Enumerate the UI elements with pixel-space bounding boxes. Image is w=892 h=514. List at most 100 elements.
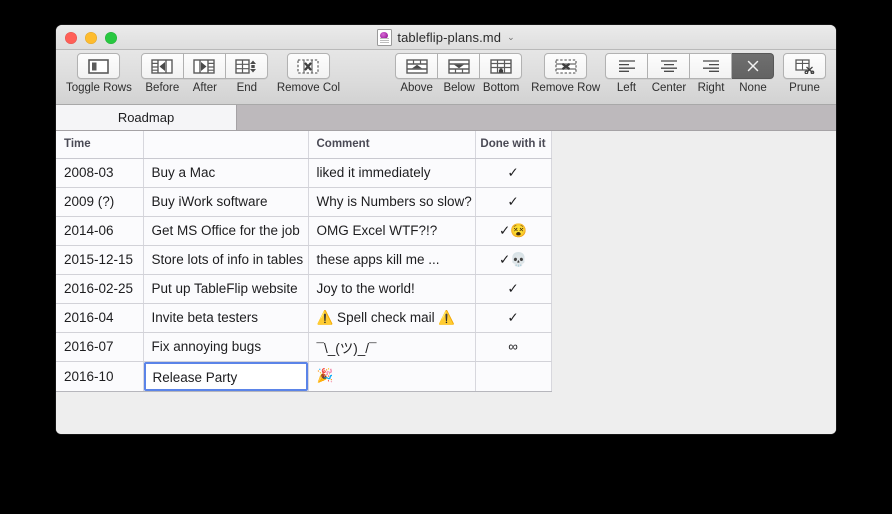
cell-comment[interactable]: ⚠️ Spell check mail ⚠️ [308, 303, 476, 333]
cell-done[interactable]: ✓💀 [475, 245, 552, 275]
toolbar-label: Bottom [482, 82, 520, 94]
cell-task[interactable]: Buy a Mac [143, 158, 309, 188]
cell-task[interactable]: Get MS Office for the job [143, 216, 309, 246]
toolbar-label: Prune [789, 82, 820, 94]
cell-comment[interactable]: these apps kill me ... [308, 245, 476, 275]
tab-label: Roadmap [117, 110, 175, 125]
cell-comment[interactable]: Why is Numbers so slow? [308, 187, 476, 217]
toolbar-group-prune: Prune [783, 53, 826, 95]
cell-task[interactable]: Buy iWork software [143, 187, 309, 217]
cell-comment[interactable]: OMG Excel WTF?!? [308, 216, 476, 246]
cell-time[interactable]: 2016-04 [56, 303, 144, 333]
column-header-comment[interactable]: Comment [308, 131, 476, 159]
insert-column-after-icon [183, 53, 226, 79]
cell-task[interactable]: Invite beta testers [143, 303, 309, 333]
toggle-rows-icon [77, 53, 121, 79]
insert-row-above-icon [395, 53, 439, 79]
cell-editor-input[interactable]: Release Party [143, 361, 307, 390]
cell-comment[interactable]: Joy to the world! [308, 274, 476, 304]
remove-row-button[interactable]: Remove Row [531, 53, 600, 95]
toolbar-group-alignment: Left Center Right None [605, 53, 774, 95]
cell-time[interactable]: 2014-06 [56, 216, 144, 246]
cell-task[interactable]: Store lots of info in tables [143, 245, 309, 275]
tab-roadmap[interactable]: Roadmap [56, 105, 237, 130]
align-center-icon [648, 53, 690, 79]
table-header-row: Time Comment Done with it [56, 131, 552, 159]
cell-time[interactable]: 2016-10 [56, 361, 144, 392]
toolbar-group-columns: Before After End [140, 53, 268, 95]
table-row: 2016-04 Invite beta testers ⚠️ Spell che… [56, 303, 552, 333]
toolbar-label: Right [697, 82, 725, 94]
insert-column-before-button[interactable]: Before [140, 53, 184, 95]
window-titlebar: tableflip-plans.md ⌄ [56, 25, 836, 50]
insert-column-end-icon [225, 53, 268, 79]
insert-row-below-button[interactable]: Below [438, 53, 481, 95]
cell-done[interactable]: ✓😵 [475, 216, 552, 246]
cell-comment[interactable]: 🎉 [308, 361, 476, 392]
minimize-window-button[interactable] [85, 32, 97, 44]
cell-time[interactable]: 2009 (?) [56, 187, 144, 217]
zoom-window-button[interactable] [105, 32, 117, 44]
toolbar-group-remove-row: Remove Row [531, 53, 600, 95]
table-row: 2015-12-15 Store lots of info in tables … [56, 245, 552, 275]
insert-row-above-button[interactable]: Above [395, 53, 439, 95]
insert-column-before-icon [140, 53, 184, 79]
cell-time[interactable]: 2016-07 [56, 332, 144, 362]
window-title-group: tableflip-plans.md ⌄ [56, 25, 836, 49]
cell-done[interactable]: ✓ [475, 158, 552, 188]
toolbar-label: End [236, 82, 258, 94]
toolbar-label: Remove Col [276, 82, 341, 94]
remove-column-button[interactable]: Remove Col [277, 53, 340, 95]
main-toolbar: Toggle Rows Before After End Remove Col … [56, 50, 836, 105]
toolbar-group-view: Toggle Rows [66, 53, 132, 95]
toggle-rows-button[interactable]: Toggle Rows [66, 53, 132, 95]
table-row: 2009 (?) Buy iWork software Why is Numbe… [56, 187, 552, 217]
table-row: 2014-06 Get MS Office for the job OMG Ex… [56, 216, 552, 246]
remove-column-icon [286, 53, 330, 79]
column-header-time[interactable]: Time [56, 131, 144, 159]
align-none-button[interactable]: None [732, 53, 774, 95]
toolbar-group-remove-column: Remove Col [277, 53, 340, 95]
markdown-table: Time Comment Done with it 2008-03 Buy a … [56, 131, 552, 392]
cell-task[interactable]: Fix annoying bugs [143, 332, 309, 362]
cell-comment[interactable]: ¯\_(ツ)_/¯ [308, 332, 476, 362]
toolbar-label: Toggle Rows [66, 82, 132, 94]
markdown-document-icon [377, 28, 393, 46]
toolbar-label: Before [145, 82, 180, 94]
chevron-down-icon[interactable]: ⌄ [507, 32, 515, 42]
align-right-button[interactable]: Right [690, 53, 732, 95]
table-editor-area: Time Comment Done with it 2008-03 Buy a … [56, 131, 836, 434]
cell-time[interactable]: 2008-03 [56, 158, 144, 188]
insert-row-bottom-button[interactable]: Bottom [480, 53, 523, 95]
cell-done[interactable]: ✓ [475, 274, 552, 304]
cell-done[interactable]: ∞ [475, 332, 552, 362]
cell-time[interactable]: 2016-02-25 [56, 274, 144, 304]
cell-time[interactable]: 2015-12-15 [56, 245, 144, 275]
cell-task-editing[interactable]: Release Party [143, 361, 309, 392]
toolbar-label: After [192, 82, 217, 94]
close-window-button[interactable] [65, 32, 77, 44]
insert-column-end-button[interactable]: End [225, 53, 268, 95]
insert-column-after-button[interactable]: After [183, 53, 226, 95]
cell-done[interactable]: ✓ [475, 187, 552, 217]
cell-done[interactable] [475, 361, 552, 392]
cell-comment[interactable]: liked it immediately [308, 158, 476, 188]
table-row: 2008-03 Buy a Mac liked it immediately ✓ [56, 158, 552, 188]
cell-task[interactable]: Put up TableFlip website [143, 274, 309, 304]
document-tab-bar: Roadmap [56, 105, 836, 131]
insert-row-bottom-icon [480, 53, 523, 79]
column-header-task[interactable] [143, 131, 309, 159]
align-left-icon [605, 53, 648, 79]
column-header-done[interactable]: Done with it [475, 131, 552, 159]
toolbar-label: Remove Row [531, 82, 601, 94]
prune-button[interactable]: Prune [783, 53, 826, 95]
align-none-icon [732, 53, 774, 79]
insert-row-below-icon [438, 53, 481, 79]
toolbar-label: Below [443, 82, 475, 94]
align-left-button[interactable]: Left [605, 53, 648, 95]
remove-row-icon [544, 53, 588, 79]
table-row: 2016-10 Release Party 🎉 [56, 361, 552, 392]
cell-done[interactable]: ✓ [475, 303, 552, 333]
align-center-button[interactable]: Center [648, 53, 690, 95]
align-right-icon [690, 53, 732, 79]
